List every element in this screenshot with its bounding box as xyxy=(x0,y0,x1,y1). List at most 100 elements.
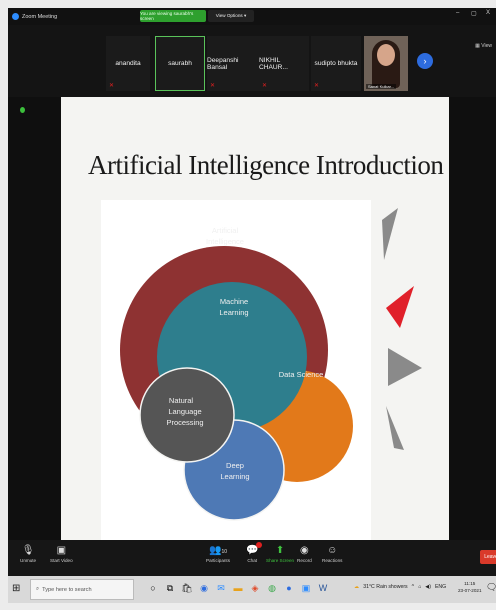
participant-tile[interactable]: sudipto bhukta ✕ xyxy=(311,36,361,91)
word-icon[interactable]: W xyxy=(318,581,328,595)
meeting-toolbar: 🎙 Unmute ▣ Start Video 👥10 Participants … xyxy=(8,540,496,576)
reactions-label: Reactions xyxy=(322,558,343,563)
volume-icon[interactable]: ◀) xyxy=(425,584,431,590)
file-explorer-icon[interactable]: ▬ xyxy=(233,581,243,595)
chat-icon: 💬 xyxy=(246,542,263,558)
participant-video-tile[interactable]: Sanat Kulkar... xyxy=(364,36,408,91)
record-label: Record xyxy=(297,558,312,563)
participant-tile[interactable]: anandita ✕ xyxy=(106,36,150,91)
window-title: Zoom Meeting xyxy=(22,13,58,20)
participant-name: anandita xyxy=(115,60,141,67)
nlp-label: Natural xyxy=(169,396,194,405)
sharing-indicator-icon xyxy=(20,107,25,113)
participant-video-face xyxy=(377,44,395,66)
dl-label: Learning xyxy=(220,472,249,481)
participants-button[interactable]: 👥10 Participants xyxy=(206,544,230,563)
zoom-logo-icon xyxy=(12,13,19,20)
participant-name: sudipto bhukta xyxy=(314,60,358,67)
gray-triangle-decoration xyxy=(386,406,404,450)
network-icon[interactable]: ⌂ xyxy=(418,584,421,590)
participant-tile[interactable]: saurabh xyxy=(155,36,205,91)
language-indicator[interactable]: ENG xyxy=(435,584,446,590)
gray-triangle-decoration xyxy=(388,348,422,386)
leave-button[interactable]: Leave xyxy=(480,550,496,564)
share-screen-button[interactable]: ⬆ Share Screen xyxy=(266,544,294,563)
video-off-icon: ▣ xyxy=(56,545,67,556)
participants-icon: 👥10 xyxy=(209,545,228,556)
record-button[interactable]: ◉ Record xyxy=(297,544,312,563)
participant-count: 10 xyxy=(221,549,228,555)
chat-button[interactable]: 💬 Chat xyxy=(246,542,263,563)
unmute-button[interactable]: 🎙 Unmute xyxy=(20,544,36,563)
participant-name: saurabh xyxy=(168,60,192,67)
participants-label: Participants xyxy=(206,558,231,563)
venn-diagram: Artificial Intelligence Machine Learning… xyxy=(101,200,371,540)
mic-muted-icon: ✕ xyxy=(262,83,268,89)
next-page-button[interactable]: › xyxy=(417,53,433,69)
chat-badge xyxy=(256,542,263,548)
chat-label: Chat xyxy=(247,558,258,563)
start-video-label: Start Video xyxy=(50,558,73,563)
zoom-window: Zoom Meeting You are viewing saurabh's s… xyxy=(0,0,496,610)
task-view-icon[interactable]: ⧉ xyxy=(165,581,175,595)
taskbar-search[interactable]: ⌕ Type here to search xyxy=(30,579,134,600)
tray-chevron-icon[interactable]: ^ xyxy=(412,584,414,590)
view-icon: ▦ xyxy=(475,43,480,49)
search-placeholder: Type here to search xyxy=(42,586,92,593)
participant-tile[interactable]: Deepanshi Bansal ✕ xyxy=(207,36,259,91)
view-options-button[interactable]: View Options ▾ xyxy=(208,10,254,22)
ai-label: Artificial xyxy=(212,226,239,235)
dl-label: Deep xyxy=(226,461,244,470)
app-icon[interactable]: ▣ xyxy=(301,581,311,595)
mic-muted-icon: ✕ xyxy=(210,83,216,89)
clock-time: 11:15 xyxy=(464,581,476,586)
mic-muted-icon: ✕ xyxy=(109,83,115,89)
ds-label: Data Science xyxy=(279,370,324,379)
weather-icon: ☁ xyxy=(354,584,360,590)
zoom-taskbar-icon[interactable]: ● xyxy=(284,581,294,595)
mic-off-icon: 🎙 xyxy=(21,545,35,556)
edge-icon[interactable]: ◉ xyxy=(199,581,209,595)
app-title: Zoom Meeting xyxy=(12,13,57,20)
view-label: View xyxy=(481,43,492,49)
chrome-icon[interactable]: ◍ xyxy=(267,581,277,595)
reactions-icon: ☺ xyxy=(327,545,338,556)
gray-triangle-decoration xyxy=(382,208,398,260)
windows-taskbar: ⊞ ⌕ Type here to search ○ ⧉ 🛍 ◉ ✉ ▬ ◈ ◍ … xyxy=(8,576,496,603)
participant-tile[interactable]: NIKHIL CHAUR... ✕ xyxy=(259,36,309,91)
screen-share-status: You are viewing saurabh's screen xyxy=(140,10,206,22)
clock-date: 23-07-2021 xyxy=(458,588,482,593)
unmute-label: Unmute xyxy=(20,558,37,563)
maximize-button[interactable]: ▢ xyxy=(471,10,477,17)
reactions-button[interactable]: ☺ Reactions xyxy=(322,544,342,563)
participant-name: Sanat Kulkar... xyxy=(366,84,397,89)
nlp-label: Language xyxy=(168,407,201,416)
app-icon[interactable]: ◈ xyxy=(250,581,260,595)
share-screen-icon: ⬆ xyxy=(275,545,285,556)
store-icon[interactable]: 🛍 xyxy=(181,581,192,595)
view-toggle[interactable]: ▦ View xyxy=(475,43,492,49)
ml-label: Learning xyxy=(219,308,248,317)
system-tray: ☁ 31°C Rain showers ^ ⌂ ◀) ENG xyxy=(354,584,446,590)
notification-icon[interactable]: 🗨 xyxy=(486,582,496,593)
participant-name: Deepanshi Bansal xyxy=(207,56,239,71)
cortana-icon[interactable]: ○ xyxy=(148,581,158,595)
windows-start-icon[interactable]: ⊞ xyxy=(12,583,20,594)
venn-diagram-svg: Artificial Intelligence Machine Learning… xyxy=(120,226,353,521)
screen-border-bottom xyxy=(0,603,496,610)
participant-strip: anandita ✕ saurabh Deepanshi Bansal ✕ NI… xyxy=(8,25,496,97)
minimize-button[interactable]: – xyxy=(456,10,459,16)
close-button[interactable]: X xyxy=(486,10,490,16)
slide-decoration xyxy=(382,208,422,450)
screen-border-left xyxy=(0,0,8,610)
nlp-label: Processing xyxy=(166,418,203,427)
title-bar: Zoom Meeting You are viewing saurabh's s… xyxy=(8,8,496,25)
taskbar-clock[interactable]: 11:15 23-07-2021 xyxy=(458,580,482,594)
screen-border-top xyxy=(0,0,496,8)
mic-muted-icon: ✕ xyxy=(314,83,320,89)
start-video-button[interactable]: ▣ Start Video xyxy=(50,544,73,563)
ai-label: Intelligence xyxy=(206,237,244,246)
mail-icon[interactable]: ✉ xyxy=(216,581,226,595)
weather-text[interactable]: 31°C Rain showers xyxy=(363,584,407,590)
red-triangle-decoration xyxy=(386,286,414,328)
